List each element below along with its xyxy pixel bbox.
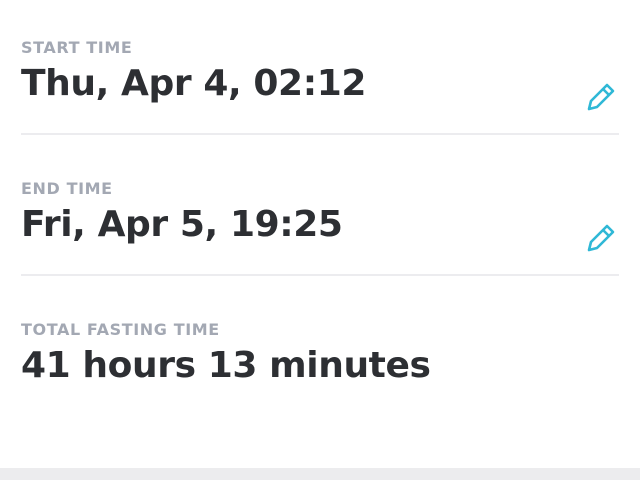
end-time-label: END TIME (21, 179, 113, 198)
total-fasting-section: TOTAL FASTING TIME 41 hours 13 minutes (21, 320, 619, 388)
start-time-value: Thu, Apr 4, 02:12 (21, 63, 366, 104)
total-fasting-label: TOTAL FASTING TIME (21, 320, 220, 339)
divider (21, 133, 619, 135)
total-fasting-value: 41 hours 13 minutes (21, 345, 431, 386)
edit-end-time-button[interactable] (584, 219, 620, 255)
end-time-section: END TIME Fri, Apr 5, 19:25 (21, 179, 619, 247)
start-time-label: START TIME (21, 38, 133, 57)
divider (21, 274, 619, 276)
end-time-value: Fri, Apr 5, 19:25 (21, 204, 343, 245)
start-time-section: START TIME Thu, Apr 4, 02:12 (21, 38, 619, 106)
bottom-bar (0, 468, 640, 480)
pencil-icon (587, 224, 615, 252)
edit-start-time-button[interactable] (584, 78, 620, 114)
pencil-icon (587, 83, 615, 111)
